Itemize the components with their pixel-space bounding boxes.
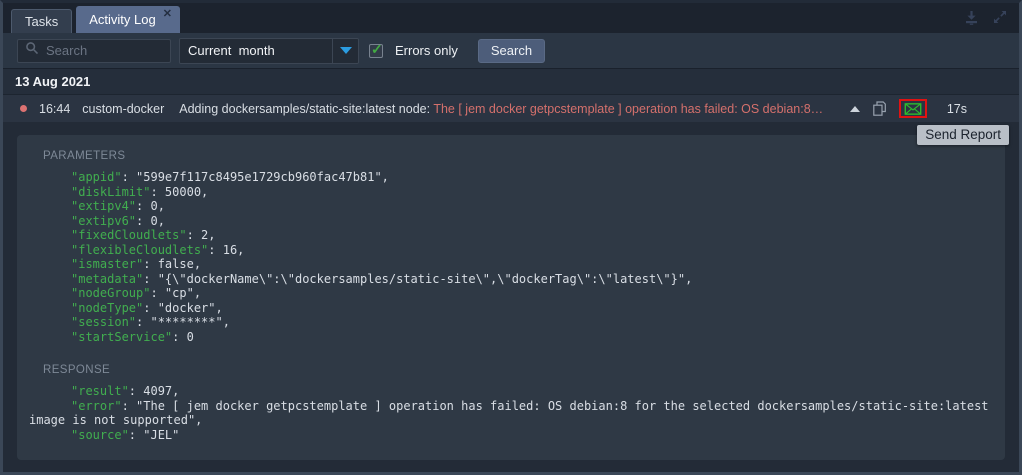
filter-toolbar: Current month ✓ Errors only Search [3, 33, 1019, 69]
param-line: "appid": "599e7f117c8495e1729cb960fac47b… [29, 170, 993, 185]
param-value: : "599e7f117c8495e1729cb960fac47b81", [121, 170, 389, 184]
param-line: "metadata": "{\"dockerName\":\"dockersam… [29, 272, 993, 287]
param-key: "metadata" [71, 271, 144, 286]
chevron-down-icon [339, 47, 352, 54]
param-value: : "********", [136, 315, 230, 329]
error-status-dot [20, 105, 27, 112]
search-button[interactable]: Search [477, 38, 546, 63]
response-line: "source": "JEL" [29, 428, 993, 443]
response-value: : "The [ jem docker getpcstemplate ] ope… [29, 398, 996, 428]
param-value: : "{\"dockerName\":\"dockersamples/stati… [143, 271, 693, 286]
param-value: : 2, [186, 228, 216, 242]
log-error-preview: The [ jem docker getpcstemplate ] operat… [433, 101, 824, 116]
param-value: : false, [143, 257, 202, 271]
period-select[interactable]: Current month [179, 37, 359, 64]
check-icon: ✓ [371, 40, 383, 57]
close-icon[interactable]: ✕ [163, 7, 172, 20]
date-group-header: 13 Aug 2021 [3, 69, 1019, 95]
param-key: "diskLimit" [71, 184, 151, 199]
param-key: "extipv4" [71, 199, 137, 213]
log-detail-panel: PARAMETERS "appid": "599e7f117c8495e1729… [17, 135, 1005, 460]
tab-activity-log[interactable]: Activity Log ✕ [76, 6, 180, 33]
parameters-code-block: "appid": "599e7f117c8495e1729cb960fac47b… [29, 170, 993, 344]
copy-icon[interactable] [873, 101, 886, 116]
param-value: : 0 [172, 329, 194, 344]
param-value: : "docker", [143, 300, 223, 315]
param-key: "fixedCloudlets" [71, 228, 187, 242]
param-value: : 16, [208, 242, 245, 257]
search-box[interactable] [17, 38, 171, 63]
param-line: "diskLimit": 50000, [29, 185, 993, 200]
errors-only-label: Errors only [395, 43, 458, 58]
log-row-controls: 17s [849, 99, 1005, 118]
response-line: "result": 4097, [29, 384, 993, 399]
response-line: "error": "The [ jem docker getpcstemplat… [29, 399, 993, 428]
send-report-icon[interactable] [904, 103, 922, 115]
param-line: "fixedCloudlets": 2, [29, 228, 993, 243]
activity-log-window: Tasks Activity Log ✕ Search Current mont… [0, 0, 1022, 475]
param-value: : 0, [136, 213, 165, 228]
param-line: "extipv6": 0, [29, 214, 993, 229]
log-time: 16:44 [39, 101, 71, 116]
param-line: "flexibleCloudlets": 16, [29, 243, 993, 258]
parameters-section-label: PARAMETERS [43, 150, 126, 162]
response-code-block: "result": 4097, "error": "The [ jem dock… [29, 384, 993, 442]
tab-activity-log-label: Activity Log [89, 12, 156, 27]
param-key: "appid" [71, 170, 122, 184]
log-action-type: custom-docker [82, 101, 165, 116]
param-value: : 0, [136, 199, 165, 213]
period-select-arrow[interactable] [332, 38, 358, 63]
param-line: "ismaster": false, [29, 257, 993, 272]
param-key: "nodeGroup" [71, 286, 151, 300]
tab-tasks-label: Tasks [25, 14, 59, 29]
window-actions [964, 10, 1007, 25]
response-section-label: RESPONSE [43, 364, 111, 376]
param-key: "startService" [71, 329, 173, 344]
param-value: : "cp", [150, 286, 202, 300]
download-icon[interactable] [964, 10, 979, 25]
task-duration: 17s [946, 101, 967, 116]
param-key: "session" [71, 315, 137, 329]
tab-tasks[interactable]: Tasks [11, 9, 73, 33]
param-key: "ismaster" [71, 257, 144, 271]
response-value: : "JEL" [128, 427, 180, 442]
param-line: "nodeGroup": "cp", [29, 286, 993, 301]
search-input[interactable] [46, 43, 163, 58]
param-key: "flexibleCloudlets" [71, 242, 209, 257]
response-key: "source" [71, 427, 129, 442]
param-line: "nodeType": "docker", [29, 301, 993, 316]
param-key: "extipv6" [71, 213, 137, 228]
param-line: "session": "********", [29, 315, 993, 330]
send-report-tooltip: Send Report [917, 125, 1009, 145]
response-value: : 4097, [128, 384, 180, 398]
errors-only-checkbox[interactable]: ✓ [369, 40, 383, 58]
log-message-text: Adding dockersamples/static-site:latest … [179, 101, 434, 116]
collapse-icon[interactable] [849, 105, 860, 112]
tab-bar: Tasks Activity Log ✕ [3, 3, 1019, 33]
param-line: "startService": 0 [29, 330, 993, 345]
log-message: Adding dockersamples/static-site:latest … [179, 102, 823, 116]
response-key: "result" [71, 384, 129, 398]
errors-only-toggle[interactable]: ✓ Errors only [369, 40, 458, 58]
param-key: "nodeType" [71, 300, 144, 315]
response-key: "error" [71, 398, 122, 413]
expand-icon[interactable] [993, 10, 1007, 25]
send-report-icon-highlight [898, 99, 927, 118]
log-row[interactable]: 16:44 custom-docker Adding dockersamples… [3, 95, 1019, 123]
param-value: : 50000, [150, 184, 209, 199]
search-icon [25, 41, 39, 60]
param-line: "extipv4": 0, [29, 199, 993, 214]
period-select-value: Current month [180, 38, 332, 63]
